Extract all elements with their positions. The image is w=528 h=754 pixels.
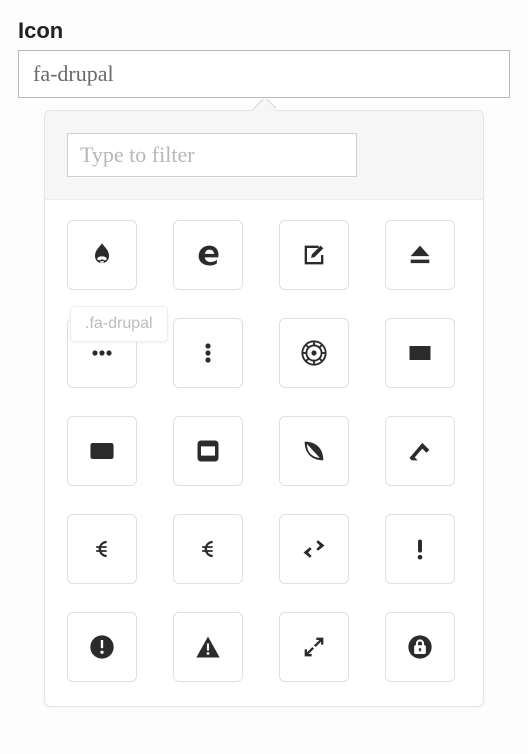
- envelope-icon[interactable]: [385, 318, 455, 388]
- envelope-square-icon[interactable]: [173, 416, 243, 486]
- euro-icon[interactable]: [173, 514, 243, 584]
- eject-icon[interactable]: [385, 220, 455, 290]
- icon-value-input[interactable]: fa-drupal: [18, 50, 510, 98]
- drupal-icon[interactable]: [67, 220, 137, 290]
- expand-icon[interactable]: [279, 612, 349, 682]
- icon-picker-popover: [44, 110, 484, 707]
- ellipsis-v-icon[interactable]: [173, 318, 243, 388]
- expeditedssl-icon[interactable]: [385, 612, 455, 682]
- exchange-icon[interactable]: [279, 514, 349, 584]
- field-label: Icon: [18, 18, 510, 44]
- envira-icon[interactable]: [279, 416, 349, 486]
- exclamation-triangle-icon[interactable]: [173, 612, 243, 682]
- edge-icon[interactable]: [173, 220, 243, 290]
- icon-grid: [45, 200, 483, 706]
- filter-input[interactable]: [67, 133, 357, 177]
- exclamation-circle-icon[interactable]: [67, 612, 137, 682]
- popover-header: [45, 111, 483, 200]
- edit-icon[interactable]: [279, 220, 349, 290]
- empire-icon[interactable]: [279, 318, 349, 388]
- icon-tooltip: .fa-drupal: [70, 306, 168, 342]
- envelope-o-icon[interactable]: [67, 416, 137, 486]
- popover-arrow: [252, 99, 276, 111]
- eraser-icon[interactable]: [385, 416, 455, 486]
- exclamation-icon[interactable]: [385, 514, 455, 584]
- eur-icon[interactable]: [67, 514, 137, 584]
